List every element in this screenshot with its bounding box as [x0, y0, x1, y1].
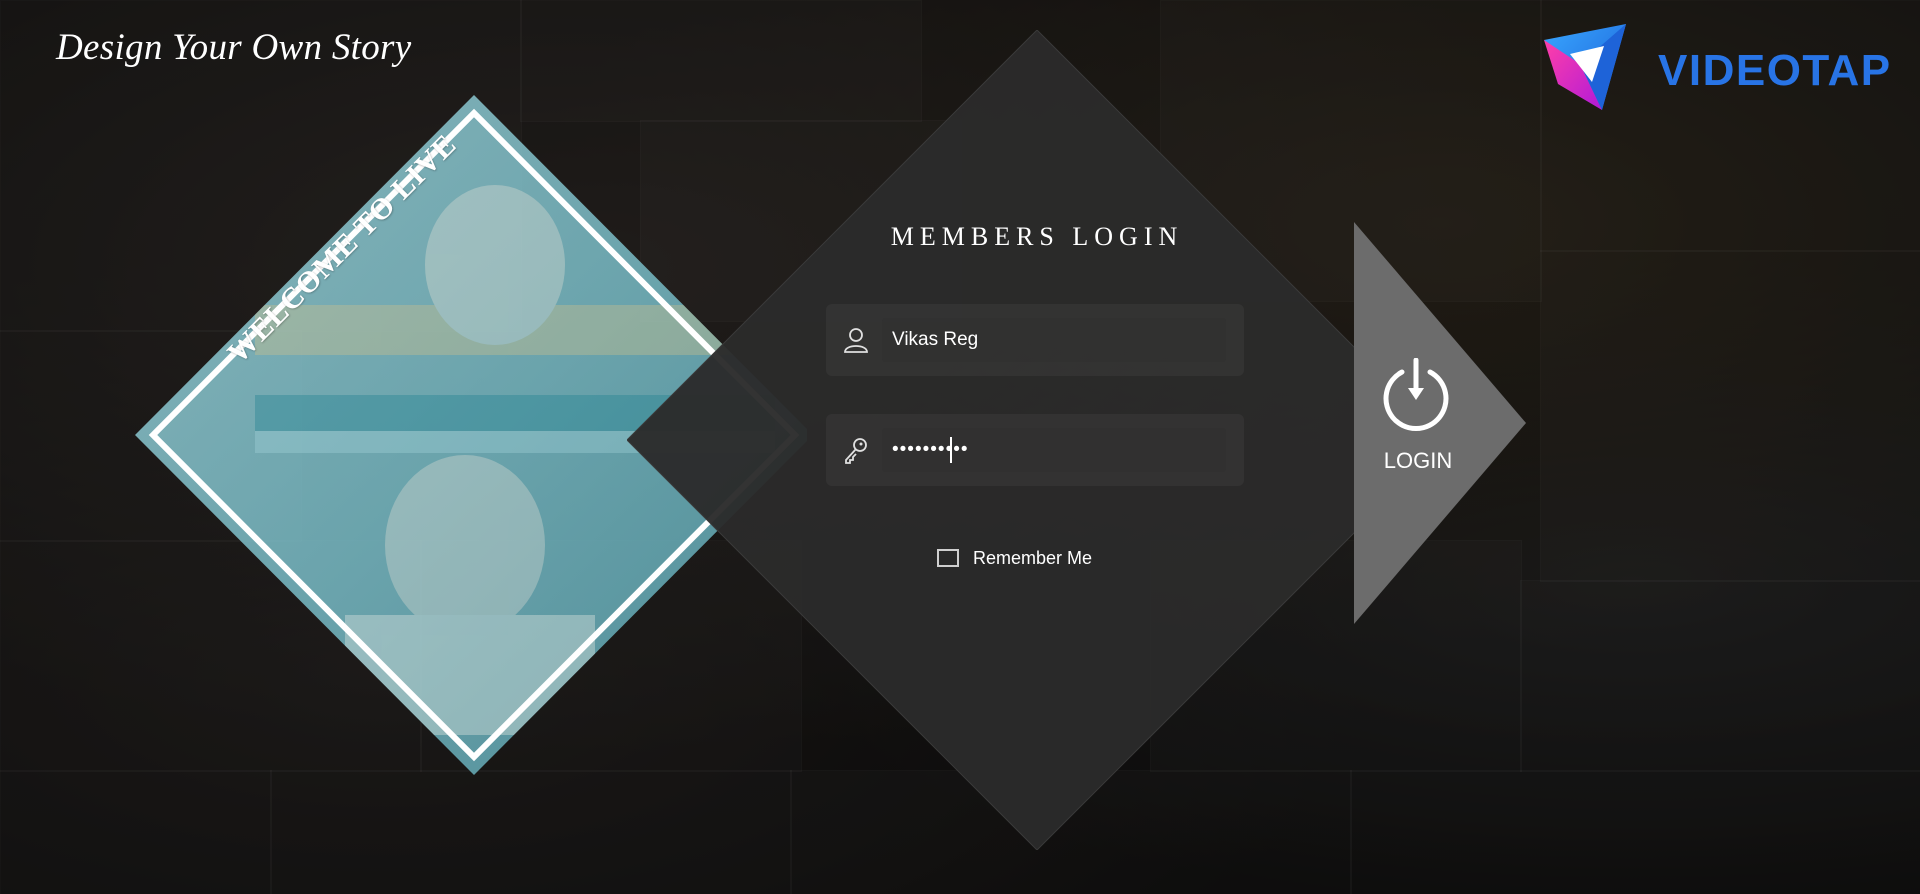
- remember-me-label: Remember Me: [973, 547, 1093, 568]
- login-label: LOGIN: [1383, 448, 1453, 473]
- tagline: Design Your Own Story: [56, 27, 412, 68]
- text-caret: [950, 437, 952, 463]
- username-input[interactable]: [886, 322, 1228, 358]
- power-icon: [1383, 358, 1449, 431]
- brand-logo[interactable]: VIDEOTAP: [1540, 24, 1900, 116]
- brand-name: VIDEOTAP: [1658, 46, 1892, 95]
- user-icon: [844, 328, 868, 353]
- remember-me-checkbox[interactable]: [937, 549, 959, 567]
- password-input[interactable]: [886, 432, 1228, 468]
- password-field: [826, 414, 1244, 486]
- username-field: [826, 304, 1244, 376]
- play-triangle-logo-icon: [1544, 24, 1626, 110]
- key-icon: [845, 438, 867, 464]
- login-page: Design Your Own Story VIDEOTAP WELCOME T…: [0, 0, 1920, 894]
- login-title: MEMBERS LOGIN: [890, 222, 1184, 251]
- remember-me[interactable]: Remember Me: [937, 546, 1092, 570]
